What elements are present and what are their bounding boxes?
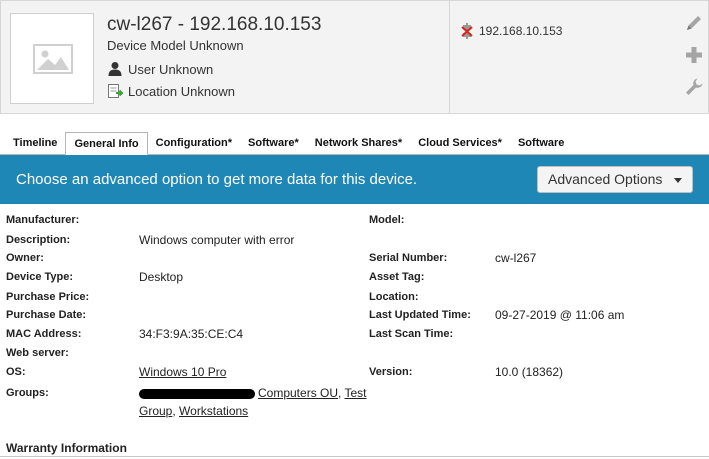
header-tools <box>684 13 706 109</box>
advanced-options-banner: Choose an advanced option to get more da… <box>0 155 709 204</box>
os-link[interactable]: Windows 10 Pro <box>139 365 226 379</box>
tab-network-shares[interactable]: Network Shares* <box>307 132 410 154</box>
mac-address-label: MAC Address: <box>6 328 82 340</box>
warranty-heading: Warranty Information <box>6 441 127 455</box>
wrench-icon[interactable] <box>684 77 704 97</box>
device-user-row[interactable]: User Unknown <box>107 61 213 77</box>
device-image-placeholder[interactable] <box>10 13 94 104</box>
os-label: OS: <box>6 366 26 378</box>
last-updated-value: 09-27-2019 @ 11:06 am <box>495 308 625 322</box>
serial-number-label: Serial Number: <box>369 252 448 264</box>
device-user: User Unknown <box>128 61 214 77</box>
device-type-label: Device Type: <box>6 271 74 283</box>
serial-number-value: cw-l267 <box>495 251 537 265</box>
tab-software-scan[interactable]: Software* <box>240 132 307 154</box>
last-scan-label: Last Scan Time: <box>369 328 454 340</box>
device-model: Device Model Unknown <box>107 38 244 53</box>
edit-pencil-icon[interactable] <box>684 13 704 33</box>
banner-message: Choose an advanced option to get more da… <box>16 171 418 188</box>
location-label: Location: <box>369 291 419 303</box>
description-label: Description: <box>6 234 71 246</box>
add-plus-icon[interactable] <box>684 45 704 65</box>
device-title: cw-l267 - 192.168.10.153 <box>107 14 322 35</box>
asset-tag-label: Asset Tag: <box>369 271 425 283</box>
group-link-computers-ou[interactable]: Computers OU <box>258 386 338 400</box>
tab-general-info[interactable]: General Info <box>65 132 148 155</box>
device-location-row[interactable]: Location Unknown <box>107 83 235 99</box>
advanced-options-button[interactable]: Advanced Options <box>537 166 693 193</box>
purchase-price-label: Purchase Price: <box>6 291 90 303</box>
last-updated-label: Last Updated Time: <box>369 309 471 321</box>
location-icon <box>108 84 123 98</box>
device-ip: 192.168.10.153 <box>479 24 563 38</box>
tab-software[interactable]: Software <box>510 132 572 154</box>
caret-down-icon <box>674 178 682 183</box>
description-value: Windows computer with error <box>139 233 295 247</box>
user-icon <box>108 62 122 76</box>
device-location: Location Unknown <box>128 83 235 99</box>
image-placeholder-icon <box>33 44 73 74</box>
os-value[interactable]: Windows 10 Pro <box>139 365 226 379</box>
section-divider <box>0 456 709 457</box>
groups-label: Groups: <box>6 387 49 399</box>
manufacturer-label: Manufacturer: <box>6 214 80 226</box>
device-tabs: Timeline General Info Configuration* Sof… <box>0 132 709 155</box>
device-header: cw-l267 - 192.168.10.153 Device Model Un… <box>0 0 709 114</box>
web-server-label: Web server: <box>6 347 69 359</box>
network-disconnected-icon <box>461 23 473 39</box>
version-value: 10.0 (18362) <box>495 365 564 379</box>
redacted-text <box>139 388 255 399</box>
advanced-options-label: Advanced Options <box>548 171 663 187</box>
header-divider <box>449 1 450 114</box>
version-label: Version: <box>369 366 413 378</box>
owner-label: Owner: <box>6 252 44 264</box>
device-type-value: Desktop <box>139 270 184 284</box>
device-ip-row: 192.168.10.153 <box>459 23 562 39</box>
purchase-date-label: Purchase Date: <box>6 309 87 321</box>
tab-timeline[interactable]: Timeline <box>5 132 65 154</box>
tab-cloud-services[interactable]: Cloud Services* <box>410 132 510 154</box>
model-label: Model: <box>369 214 405 226</box>
tab-configuration[interactable]: Configuration* <box>148 132 240 154</box>
group-link-workstations[interactable]: Workstations <box>179 404 248 418</box>
mac-address-value: 34:F3:9A:35:CE:C4 <box>139 327 244 341</box>
groups-value: Computers OU, Test Group, Workstations <box>139 386 367 418</box>
